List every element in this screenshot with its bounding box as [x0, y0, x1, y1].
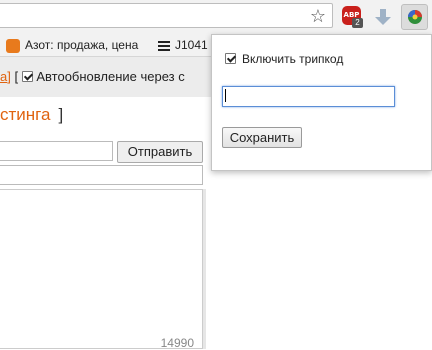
autoupdate-label: Автообновление через: [36, 69, 175, 84]
autoupdate-checkbox[interactable]: [21, 71, 33, 82]
bracket-close: ]: [7, 69, 11, 84]
bookmark-favicon-icon: [6, 38, 20, 53]
browser-toolbar: ☆ ABP 2: [0, 0, 432, 34]
bookmark-item[interactable]: Азот: продажа, цена: [6, 37, 138, 53]
listing-heading-text: стинга: [0, 105, 51, 124]
bookmark-item[interactable]: J1041: [158, 37, 208, 53]
adblock-plus-extension-button[interactable]: ABP 2: [342, 6, 363, 28]
scrollbar-track[interactable]: [203, 189, 206, 349]
send-button[interactable]: Отправить: [117, 141, 203, 163]
tripcode-option[interactable]: Включить трипкод: [225, 52, 343, 66]
tripcode-checkbox-label: Включить трипкод: [242, 52, 344, 66]
extension-popup: Включить трипкод Сохранить: [211, 34, 432, 171]
adblock-count-badge: 2: [352, 18, 363, 28]
character-counter: 14990: [160, 336, 194, 350]
tripcode-checkbox[interactable]: [225, 53, 236, 64]
subject-input[interactable]: [0, 165, 203, 185]
save-button[interactable]: Сохранить: [222, 127, 302, 148]
bookmark-star-icon[interactable]: ☆: [310, 6, 326, 26]
download-arrow-icon: [375, 9, 391, 25]
extension-cube-icon: [408, 10, 422, 24]
address-bar[interactable]: ☆: [0, 3, 333, 28]
tripcode-input[interactable]: [222, 86, 395, 107]
autoupdate-suffix: с: [178, 69, 185, 84]
bookmark-label: J1041: [175, 38, 208, 52]
message-textarea[interactable]: 14990: [0, 189, 203, 350]
bracket-open: [: [14, 69, 19, 84]
bookmark-label: Азот: продажа, цена: [25, 38, 139, 52]
download-extension-button[interactable]: [374, 7, 392, 27]
list-icon: [158, 40, 170, 51]
heading-bracket: ]: [58, 105, 64, 124]
post-input[interactable]: [0, 141, 113, 161]
options-bar: а] [ Автообновление через с: [0, 57, 215, 97]
text-caret: [225, 89, 226, 102]
page-heading: стинга]: [0, 105, 63, 125]
tripcode-extension-button[interactable]: [401, 4, 428, 30]
